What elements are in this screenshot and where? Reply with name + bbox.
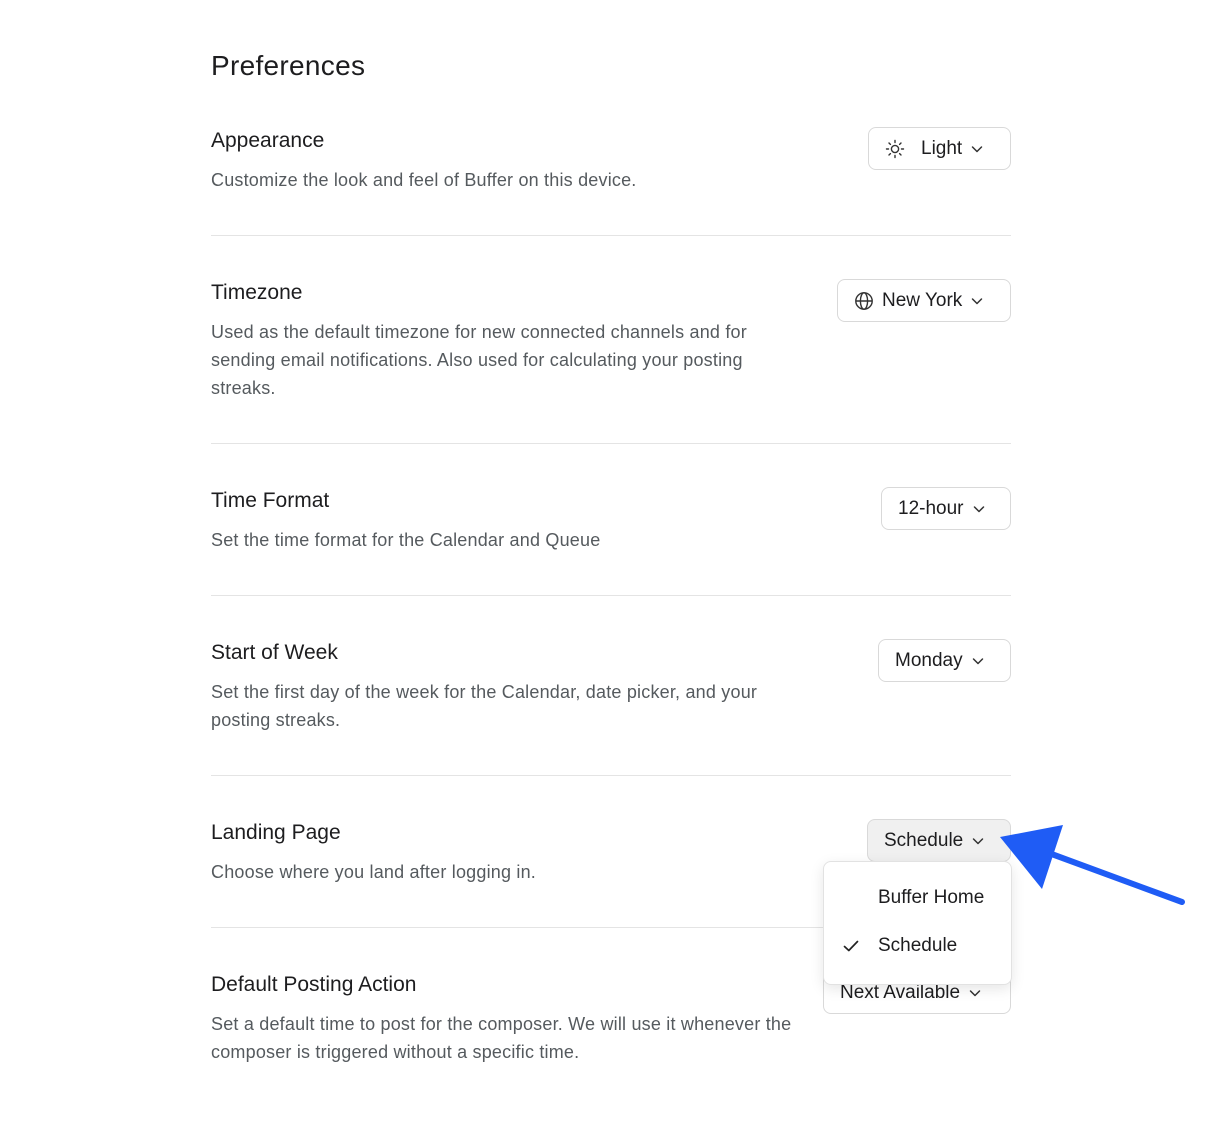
appearance-description: Customize the look and feel of Buffer on…	[211, 170, 637, 190]
divider	[211, 775, 1011, 776]
landing-page-description: Choose where you land after logging in.	[211, 862, 537, 882]
landing-page-menu: Buffer Home Schedule	[823, 861, 1012, 985]
globe-icon	[855, 291, 873, 310]
menu-item-buffer-home[interactable]: Buffer Home	[824, 876, 1011, 920]
timezone-select[interactable]: New York	[837, 279, 1011, 322]
timezone-description: Used as the default timezone for new con…	[211, 322, 747, 398]
menu-item-schedule[interactable]: Schedule	[824, 924, 1011, 968]
checkmark-icon	[843, 940, 859, 952]
divider	[211, 595, 1011, 596]
chevron-down-icon	[972, 297, 983, 304]
appearance-select[interactable]: Light	[868, 127, 1011, 170]
landing-page-select-value: Schedule	[884, 829, 964, 851]
time-format-select[interactable]: 12-hour	[881, 487, 1011, 530]
start-of-week-row: Start of Week Set the first day of the w…	[211, 639, 1011, 741]
time-format-description: Set the time format for the Calendar and…	[211, 530, 601, 550]
chevron-down-icon	[972, 837, 984, 844]
time-format-select-value: 12-hour	[898, 497, 964, 519]
chevron-down-icon	[969, 989, 981, 996]
timezone-row: Timezone Used as the default timezone fo…	[211, 279, 1011, 411]
default-posting-action-row: Default Posting Action Set a default tim…	[211, 971, 1011, 1073]
chevron-down-icon	[973, 505, 984, 512]
preferences-page: Preferences Appearance Customize the loo…	[0, 0, 1208, 1126]
menu-item-label: Schedule	[878, 935, 958, 956]
start-of-week-select[interactable]: Monday	[878, 639, 1011, 682]
start-of-week-select-value: Monday	[895, 649, 963, 671]
time-format-row: Time Format Set the time format for the …	[211, 487, 1011, 559]
start-of-week-description: Set the first day of the week for the Ca…	[211, 682, 758, 730]
divider	[211, 235, 1011, 236]
appearance-row: Appearance Customize the look and feel o…	[211, 127, 1011, 199]
chevron-down-icon	[971, 145, 983, 152]
sun-icon	[885, 139, 905, 158]
menu-item-label: Buffer Home	[878, 887, 985, 908]
divider	[211, 443, 1011, 444]
timezone-select-value: New York	[882, 289, 963, 311]
page-title: Preferences	[211, 50, 366, 81]
chevron-down-icon	[972, 657, 983, 664]
appearance-select-value: Light	[921, 137, 963, 159]
default-posting-action-description: Set a default time to post for the compo…	[211, 1014, 792, 1062]
annotation-arrow-icon	[1000, 825, 1185, 905]
